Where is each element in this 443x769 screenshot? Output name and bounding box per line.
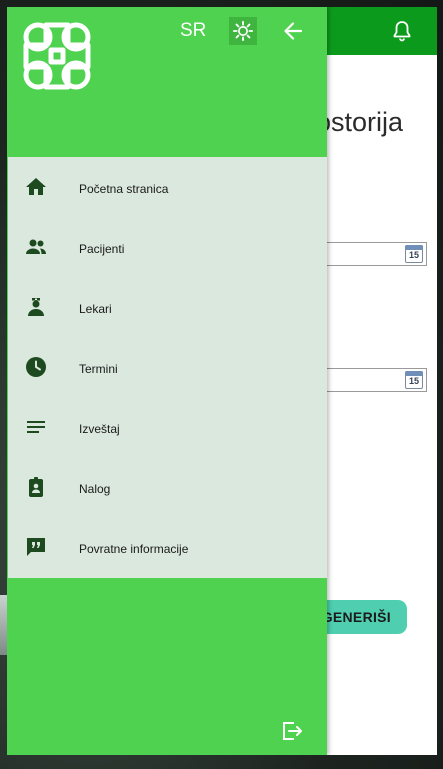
menu-item-label: Pacijenti xyxy=(79,242,125,256)
account-badge-icon xyxy=(29,477,43,497)
menu-item-doctors[interactable]: Lekari xyxy=(8,277,327,337)
menu-item-account[interactable]: Nalog xyxy=(8,457,327,517)
end-date-field[interactable]: 15 xyxy=(323,368,427,392)
start-date-field[interactable]: 15 xyxy=(323,242,427,266)
menu-item-label: Termini xyxy=(79,362,118,376)
menu-item-report[interactable]: Izveštaj xyxy=(8,397,327,457)
doctor-icon xyxy=(28,298,44,316)
language-toggle[interactable]: SR xyxy=(180,20,206,42)
arrow-left-icon[interactable] xyxy=(281,19,305,43)
navigation-drawer: SR Početna stranica Pacijenti Lekari Ter… xyxy=(7,7,327,755)
menu-item-home[interactable]: Početna stranica xyxy=(8,157,327,217)
menu-item-patients[interactable]: Pacijenti xyxy=(8,217,327,277)
logout-icon[interactable] xyxy=(280,719,304,743)
brightness-icon xyxy=(232,20,254,42)
menu-item-label: Lekari xyxy=(79,302,112,316)
menu-item-label: Povratne informacije xyxy=(79,542,189,556)
menu-item-feedback[interactable]: Povratne informacije xyxy=(8,517,327,577)
report-icon xyxy=(27,421,45,433)
theme-toggle-button[interactable] xyxy=(229,17,257,45)
bell-icon[interactable] xyxy=(390,19,414,43)
calendar-icon[interactable]: 15 xyxy=(405,245,423,263)
people-icon xyxy=(26,239,46,254)
menu-item-label: Nalog xyxy=(79,482,111,496)
drawer-menu: Početna stranica Pacijenti Lekari Termin… xyxy=(8,157,327,578)
menu-item-label: Početna stranica xyxy=(79,182,169,196)
drawer-header: SR xyxy=(7,7,327,157)
logo-icon xyxy=(23,22,91,90)
calendar-icon[interactable]: 15 xyxy=(405,371,423,389)
menu-item-appointments[interactable]: Termini xyxy=(8,337,327,397)
clock-icon xyxy=(26,357,46,377)
app-window: rostorija 15 15 GENERIŠI SR Početna stra… xyxy=(7,7,437,755)
feedback-icon xyxy=(27,538,45,556)
home-icon xyxy=(26,178,46,195)
menu-item-label: Izveštaj xyxy=(79,422,120,436)
